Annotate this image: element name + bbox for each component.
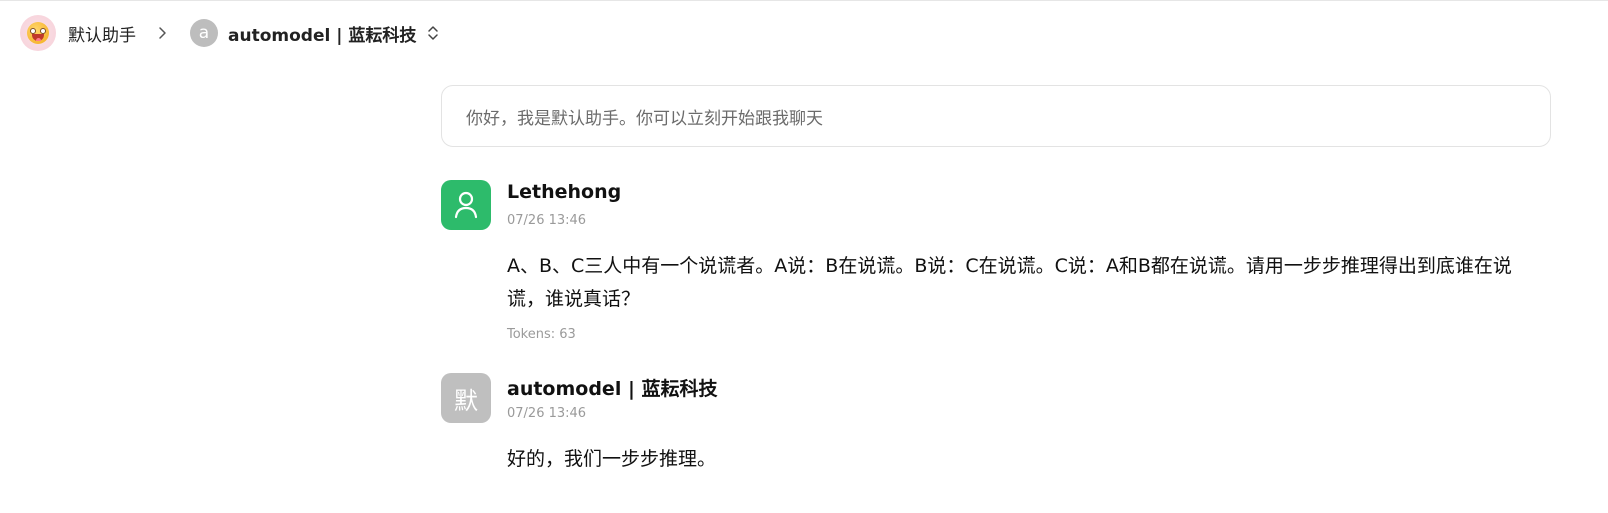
message-timestamp: 07/26 13:46 — [507, 406, 587, 421]
message-content: A、B、C三人中有一个说谎者。A说：B在说谎。B说：C在说谎。C说：A和B都在说… — [507, 255, 1512, 310]
message-content: 好的，我们一步步推理。 — [507, 448, 717, 470]
chevron-up-down-icon[interactable] — [426, 23, 440, 43]
assistant-name[interactable]: 默认助手 — [68, 21, 136, 46]
token-count: Tokens: 63 — [507, 327, 576, 342]
model-selector-label[interactable]: automodel | 蓝耘科技 — [228, 21, 416, 46]
message-timestamp: 07/26 13:46 — [507, 213, 587, 228]
chat-header: 默认助手 a automodel | 蓝耘科技 — [20, 15, 440, 51]
assistant-message-avatar: 默 — [441, 373, 491, 423]
assistant-avatar[interactable] — [20, 15, 56, 51]
chevron-right-icon — [159, 27, 166, 39]
model-avatar[interactable]: a — [190, 19, 218, 47]
user-avatar — [441, 180, 491, 230]
emoji-face-icon — [27, 22, 49, 44]
user-icon — [454, 191, 478, 219]
welcome-message: 你好，我是默认助手。你可以立刻开始跟我聊天 — [441, 85, 1551, 147]
message-author: automodel | 蓝耘科技 — [507, 378, 718, 400]
message-author: Lethehong — [507, 181, 622, 203]
